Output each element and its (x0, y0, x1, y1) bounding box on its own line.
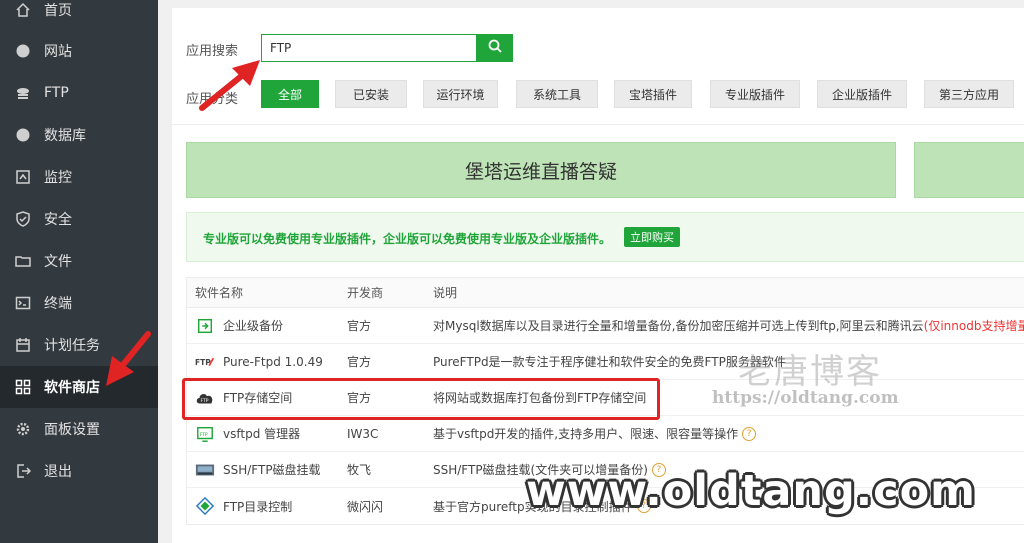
grid-icon (14, 378, 32, 396)
sidebar-item-monitor[interactable]: 监控 (0, 156, 158, 198)
table-row[interactable]: FTP Pure-Ftpd 1.0.49 官方 PureFTPd是一款专注于程序… (187, 344, 1024, 380)
search-icon (487, 38, 503, 58)
gear-icon (14, 420, 32, 438)
plugin-description-note: (仅innodb支持增量备份) > (923, 319, 1024, 333)
ftp-icon (14, 84, 32, 102)
sidebar-item-home[interactable]: 首页 (0, 0, 158, 31)
home-icon (14, 1, 32, 19)
divider (172, 124, 1024, 125)
table-row[interactable]: 企业级备份 官方 对Mysql数据库以及目录进行全量和增量备份,备份加密压缩并可… (187, 308, 1024, 344)
search-input[interactable]: FTP (261, 34, 477, 62)
category-enterprise-plugins[interactable]: 企业版插件 (817, 80, 907, 108)
notice-text: 专业版可以免费使用专业版插件，企业版可以免费使用专业版及企业版插件。 (203, 232, 612, 246)
watermark-cn: 老唐博客 (738, 352, 882, 392)
logout-icon (14, 462, 32, 480)
sidebar-item-label: 监控 (44, 170, 72, 186)
category-third-party[interactable]: 第三方应用 (924, 80, 1014, 108)
header-developer: 开发商 (347, 286, 384, 300)
arrow-search-icon (199, 60, 260, 111)
plugin-developer: 官方 (347, 319, 372, 333)
plugin-description: 基于vsftpd开发的插件,支持多用户、限速、限容量等操作 (433, 427, 739, 441)
table-header: 软件名称 开发商 说明 (187, 278, 1024, 308)
plugin-name: 企业级备份 (223, 319, 284, 333)
sidebar-item-ftp[interactable]: FTP (0, 72, 158, 114)
sidebar-item-label: 退出 (44, 464, 72, 480)
sidebar-item-label: FTP (44, 85, 69, 101)
sidebar-item-terminal[interactable]: 终端 (0, 282, 158, 324)
pro-notice: 专业版可以免费使用专业版插件，企业版可以免费使用专业版及企业版插件。 立即购买 (186, 212, 1024, 262)
svg-text:FTP: FTP (200, 431, 208, 437)
calendar-icon (14, 336, 32, 354)
sidebar: 首页 网站 FTP 数据库 监控 安全 文件 终端 计划任务 软件商店 面板设置 (0, 0, 158, 543)
vsftpd-icon: FTP (195, 424, 215, 444)
svg-text:FTP: FTP (195, 358, 211, 367)
watermark-big: www.oldtang.com (526, 466, 976, 516)
globe-icon (14, 42, 32, 60)
plugin-name: vsftpd 管理器 (223, 427, 301, 441)
sidebar-item-label: 数据库 (44, 128, 86, 144)
folder-icon (14, 252, 32, 270)
sidebar-item-label: 终端 (44, 296, 72, 312)
sidebar-item-logout[interactable]: 退出 (0, 450, 158, 492)
plugin-name: SSH/FTP磁盘挂载 (223, 463, 321, 477)
sidebar-item-label: 文件 (44, 254, 72, 270)
sidebar-item-database[interactable]: 数据库 (0, 114, 158, 156)
search-button[interactable] (477, 34, 513, 62)
sidebar-item-files[interactable]: 文件 (0, 240, 158, 282)
sidebar-item-panel-settings[interactable]: 面板设置 (0, 408, 158, 450)
plugin-name: FTP目录控制 (223, 499, 293, 514)
plugin-developer: 牧飞 (347, 463, 372, 477)
sidebar-item-label: 网站 (44, 44, 72, 60)
sidebar-item-label: 面板设置 (44, 422, 100, 438)
live-qa-banner[interactable]: 堡塔运维直播答疑 (186, 142, 896, 198)
plugin-developer: 官方 (347, 355, 372, 369)
category-installed[interactable]: 已安装 (335, 80, 407, 108)
sidebar-item-security[interactable]: 安全 (0, 198, 158, 240)
ftp-logo-icon: FTP (195, 352, 215, 372)
monitor-icon (14, 168, 32, 186)
disk-mount-icon (195, 460, 215, 480)
category-bt-plugins[interactable]: 宝塔插件 (614, 80, 692, 108)
main-panel: 应用搜索 FTP 应用分类 全部 已安装 运行环境 系统工具 宝塔插件 专业版插… (172, 0, 1024, 543)
shield-icon (14, 210, 32, 228)
sidebar-item-website[interactable]: 网站 (0, 30, 158, 72)
plugin-developer: 微闪闪 (347, 499, 384, 514)
plugin-developer: IW3C (347, 426, 379, 441)
terminal-icon (14, 294, 32, 312)
sidebar-item-label: 安全 (44, 212, 72, 228)
header-description: 说明 (433, 286, 458, 300)
arrow-sidebar-icon (106, 331, 151, 386)
backup-icon (195, 316, 215, 336)
header-name: 软件名称 (195, 286, 244, 300)
category-pro-plugins[interactable]: 专业版插件 (710, 80, 800, 108)
side-banner[interactable] (914, 142, 1024, 198)
sidebar-item-label: 计划任务 (44, 338, 100, 354)
category-all[interactable]: 全部 (261, 80, 319, 108)
watermark-url: https://oldtang.com (712, 388, 899, 408)
plugin-description: PureFTPd是一款专注于程序健壮和软件安全的免费FTP服务器软件 (433, 355, 786, 369)
buy-now-button[interactable]: 立即购买 (624, 227, 680, 247)
top-strip (172, 0, 1024, 8)
highlight-box (182, 378, 660, 420)
sidebar-item-label: 软件商店 (44, 380, 100, 396)
plugin-description: 对Mysql数据库以及目录进行全量和增量备份,备份加密压缩并可选上传到ftp,阿… (433, 319, 924, 333)
dir-control-icon (195, 496, 215, 516)
table-row[interactable]: FTP vsftpd 管理器 IW3C 基于vsftpd开发的插件,支持多用户、… (187, 416, 1024, 452)
plugin-name: Pure-Ftpd 1.0.49 (223, 354, 323, 369)
sidebar-gap (158, 0, 172, 543)
help-icon[interactable]: ? (742, 426, 757, 441)
category-system-tools[interactable]: 系统工具 (516, 80, 598, 108)
database-icon (14, 126, 32, 144)
sidebar-item-label: 首页 (44, 3, 72, 19)
category-runtime[interactable]: 运行环境 (423, 80, 498, 108)
